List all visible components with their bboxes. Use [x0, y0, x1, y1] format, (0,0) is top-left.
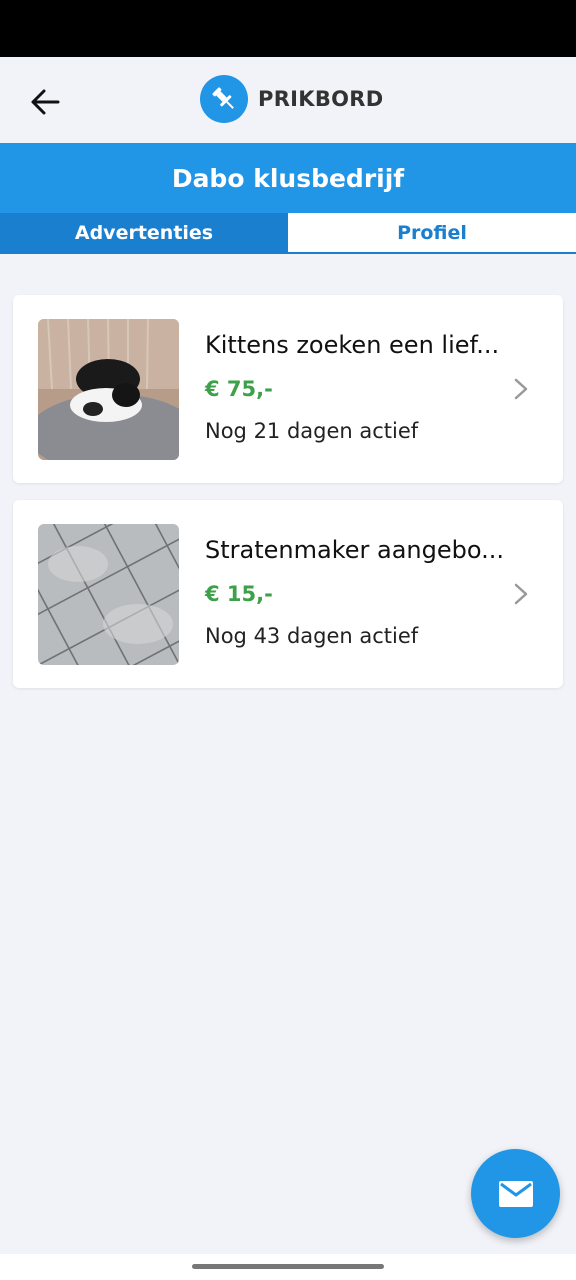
app-logo: PRIKBORD [200, 75, 384, 123]
listing-status: Nog 21 dagen actief [205, 419, 419, 443]
message-fab-button[interactable] [471, 1149, 560, 1238]
pushpin-icon [200, 75, 248, 123]
listing-card[interactable]: Kittens zoeken een lief... € 75,- Nog 21… [13, 295, 563, 483]
listing-status: Nog 43 dagen actief [205, 624, 419, 648]
listing-title: Kittens zoeken een lief... [205, 331, 500, 359]
page-title-bar: Dabo klusbedrijf [0, 143, 576, 213]
listing-image [38, 319, 179, 460]
chevron-right-icon [514, 378, 528, 400]
tab-profiel[interactable]: Profiel [288, 213, 576, 252]
home-gesture-handle[interactable] [192, 1264, 384, 1269]
mail-icon [498, 1180, 533, 1207]
tab-bar: Advertenties Profiel [0, 213, 576, 254]
logo-text: PRIKBORD [258, 87, 384, 111]
listing-price: € 75,- [205, 377, 273, 401]
listing-price: € 15,- [205, 582, 273, 606]
page-title: Dabo klusbedrijf [171, 163, 405, 193]
app-bar: PRIKBORD [0, 57, 576, 143]
back-button[interactable] [22, 79, 68, 125]
chevron-right-icon [514, 583, 528, 605]
status-bar [0, 0, 576, 57]
tab-advertenties[interactable]: Advertenties [0, 213, 288, 252]
arrow-left-icon [31, 89, 60, 115]
listing-image [38, 524, 179, 665]
listing-title: Stratenmaker aangebo... [205, 536, 505, 564]
listing-card[interactable]: Stratenmaker aangebo... € 15,- Nog 43 da… [13, 500, 563, 688]
system-nav-bar [0, 1254, 576, 1280]
